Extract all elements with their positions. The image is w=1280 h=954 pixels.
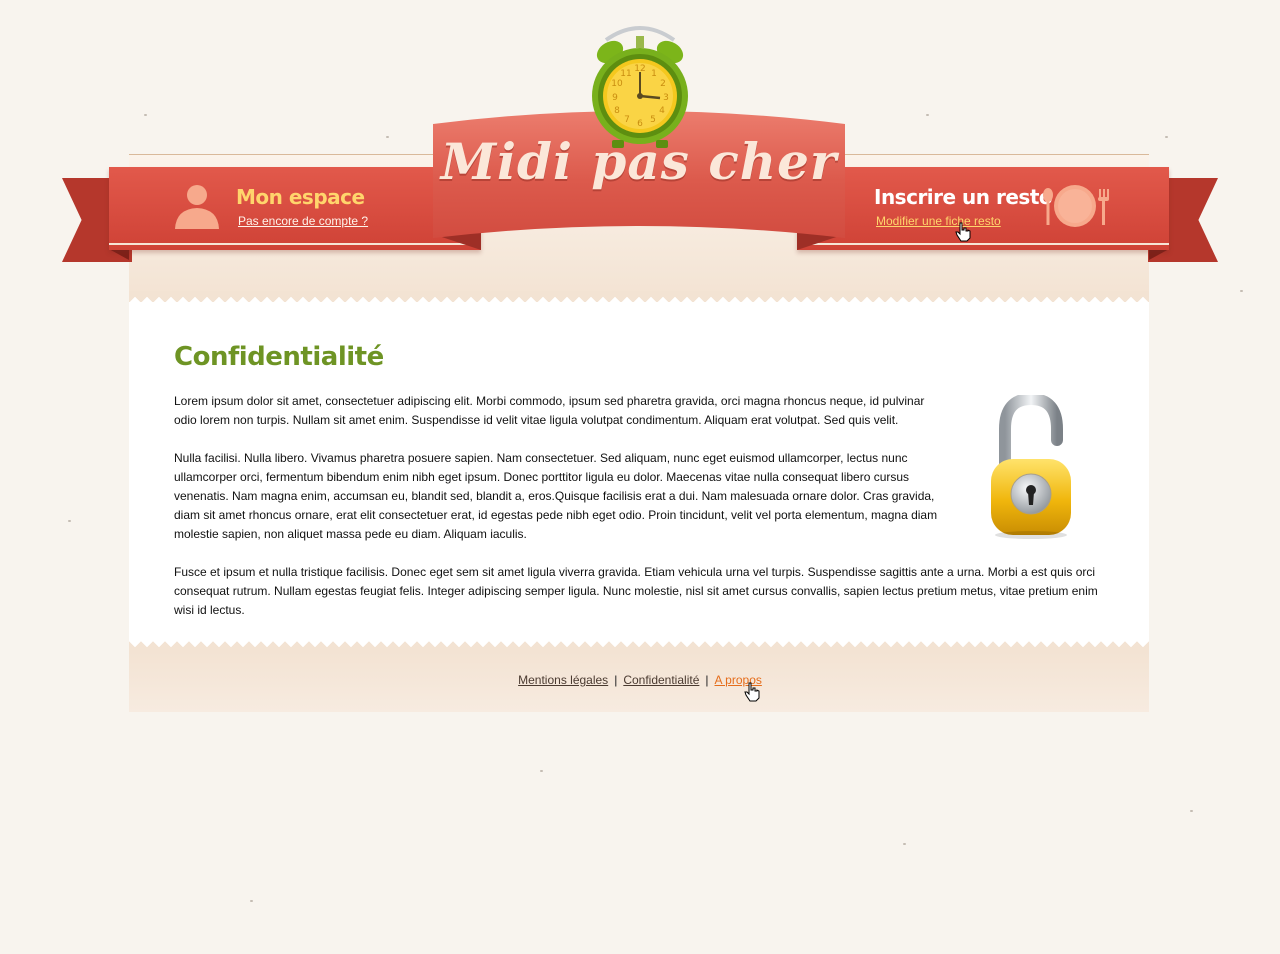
- background-speck: [1190, 810, 1193, 812]
- background-speck: [1240, 290, 1243, 292]
- register-restaurant-title[interactable]: Inscrire un resto: [874, 185, 1053, 209]
- edit-restaurant-link[interactable]: Modifier une fiche resto: [876, 214, 1001, 228]
- alarm-clock-icon: 12369 1245 781011: [592, 26, 688, 148]
- footer-separator: |: [705, 673, 709, 687]
- footer-nav: Mentions légales | Confidentialité | A propo…: [0, 673, 1280, 687]
- page-title: Confidentialité: [174, 342, 384, 372]
- content-paragraph: Nulla facilisi. Nulla libero. Vivamus ph…: [174, 451, 938, 541]
- background-speck: [144, 114, 147, 116]
- background-speck: [68, 520, 71, 522]
- user-icon[interactable]: [172, 181, 222, 231]
- footer-separator: |: [614, 673, 618, 687]
- svg-text:1: 1: [651, 69, 657, 79]
- footer-link-legal[interactable]: Mentions légales: [518, 673, 608, 687]
- svg-text:4: 4: [659, 106, 665, 116]
- my-space-title[interactable]: Mon espace: [236, 185, 365, 209]
- content-paragraph: Fusce et ipsum et nulla tristique facili…: [174, 565, 1098, 617]
- no-account-link[interactable]: Pas encore de compte ?: [238, 214, 368, 228]
- padlock-icon: [991, 395, 1071, 539]
- svg-text:9: 9: [612, 93, 618, 103]
- svg-text:7: 7: [624, 115, 630, 125]
- footer-link-privacy[interactable]: Confidentialité: [623, 673, 699, 687]
- content-paragraph: Lorem ipsum dolor sit amet, consectetuer…: [174, 394, 925, 427]
- background-speck: [903, 843, 906, 845]
- svg-text:5: 5: [650, 115, 656, 125]
- svg-text:2: 2: [660, 79, 666, 89]
- svg-text:10: 10: [611, 79, 623, 89]
- hand-cursor-icon: [955, 222, 971, 242]
- svg-text:3: 3: [663, 93, 669, 103]
- background-speck: [926, 114, 929, 116]
- background-speck: [386, 136, 389, 138]
- svg-text:11: 11: [620, 69, 631, 79]
- svg-text:6: 6: [637, 119, 643, 129]
- plate-cutlery-icon: [1043, 185, 1109, 227]
- background-speck: [1165, 136, 1168, 138]
- background-speck: [540, 770, 543, 772]
- background-speck: [250, 900, 253, 902]
- svg-text:8: 8: [614, 106, 620, 116]
- hand-cursor-icon: [744, 682, 760, 702]
